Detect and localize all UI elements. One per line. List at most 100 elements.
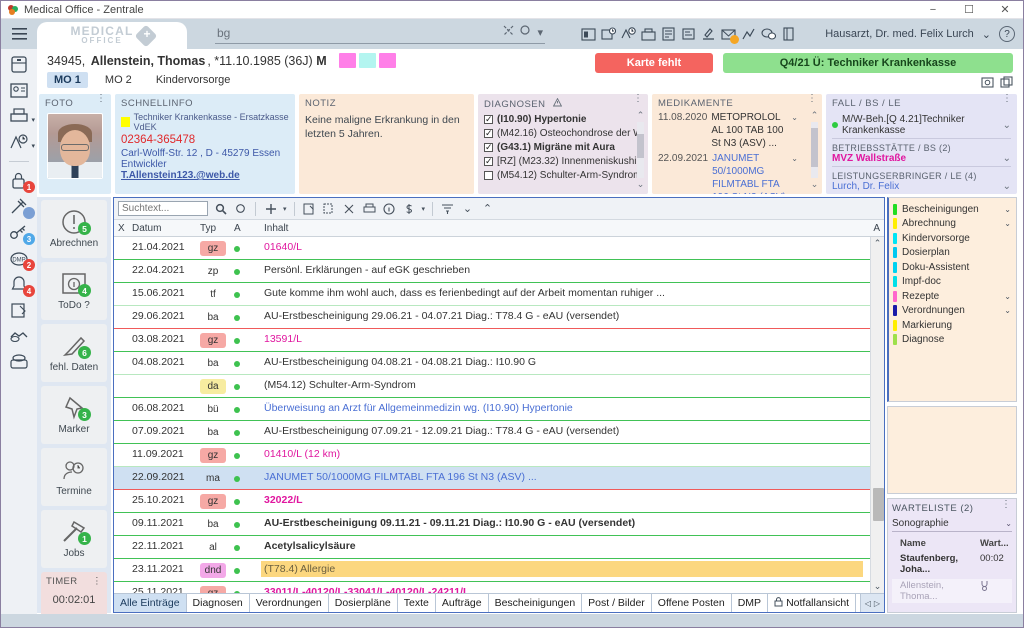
diagnosis-row[interactable]: [RZ] (M23.32) Innenmeniskushinter... <box>484 155 642 169</box>
patient-card-icon[interactable] <box>8 81 30 100</box>
chevron-down-icon[interactable]: ⌄ <box>791 111 798 150</box>
scroll-down-icon[interactable]: ⌄ <box>811 179 819 190</box>
tab-scroll-left-icon[interactable]: ◁ <box>865 599 871 608</box>
quick-link-verordnungen[interactable]: Verordnungen ⌄ <box>893 304 1014 319</box>
column-header-inhalt[interactable]: Inhalt <box>260 223 868 234</box>
tab-scroll-controls[interactable]: ◁ ▷ <box>860 594 884 612</box>
scroll-up-icon[interactable]: ⌃ <box>874 237 882 250</box>
dmp-icon[interactable]: DMP 2 <box>8 249 35 271</box>
printer-icon[interactable]: ▾ <box>8 107 35 126</box>
tab-notfallansicht[interactable]: Notfallansicht <box>768 594 857 612</box>
statistics-icon[interactable] <box>741 27 756 42</box>
lock-icon[interactable]: 1 <box>8 171 35 193</box>
camera-icon[interactable] <box>981 76 994 91</box>
patient-email[interactable]: T.Allenstein123.@web.de <box>121 170 289 181</box>
currency-dropdown-icon[interactable]: ▾ <box>422 205 426 213</box>
hamburger-icon[interactable] <box>1 19 37 49</box>
medication-row[interactable]: 22.09.2021 JANUMET 50/1000MG FILMTABL FTA… <box>658 152 798 194</box>
column-header-typ[interactable]: Typ <box>196 223 230 234</box>
table-row[interactable]: 29.06.2021 ba AU-Erstbescheinigung 29.06.2… <box>114 306 870 329</box>
diagnosen-kebab-icon[interactable]: ⋮ <box>633 94 643 104</box>
fall-case-select[interactable]: M/W-Beh.[Q 4.21]Techniker Krankenkasse ⌄ <box>832 114 1011 139</box>
scroll-up-icon[interactable]: ⌃ <box>637 110 645 121</box>
action-abrechnen[interactable]: 5 Abrechnen <box>41 200 107 258</box>
patient-flag-3[interactable] <box>378 53 396 68</box>
tab-bescheinigungen[interactable]: Bescheinigungen <box>488 594 583 612</box>
handshake-icon[interactable] <box>8 327 30 346</box>
archive-icon[interactable] <box>8 55 30 74</box>
maximize-button[interactable]: ☐ <box>951 1 987 19</box>
patient-flag-1[interactable] <box>338 53 356 68</box>
diagnosis-row[interactable]: (G43.1) Migräne mit Aura <box>484 141 642 155</box>
diagnosis-checkbox[interactable] <box>484 113 493 126</box>
minimize-button[interactable]: − <box>915 1 951 19</box>
patient-photo[interactable] <box>47 113 103 179</box>
book-icon[interactable] <box>781 26 796 42</box>
diagnosis-checkbox[interactable] <box>484 127 493 140</box>
table-row[interactable]: 06.08.2021 bü Überweisung an Arzt für Allg… <box>114 398 870 421</box>
chevron-down-icon[interactable]: ⌄ <box>1003 153 1011 164</box>
table-row[interactable]: 03.08.2021 gz 13591/L <box>114 329 870 352</box>
search-alt-icon[interactable] <box>233 201 248 216</box>
table-row[interactable]: 22.04.2021 zp Persönl. Erklärungen - auf e… <box>114 260 870 283</box>
tab-dmp[interactable]: DMP <box>731 594 769 612</box>
diagnosen-scrollbar[interactable]: ⌃ ⌄ <box>636 110 645 190</box>
table-row[interactable]: 21.04.2021 gz 01640/L <box>114 237 870 260</box>
table-row[interactable]: 07.09.2021 ba AU-Erstbescheinigung 07.09.2… <box>114 421 870 444</box>
patient-tab-kindervorsorge[interactable]: Kindervorsorge <box>149 72 238 88</box>
edit-icon[interactable] <box>302 201 317 216</box>
fall-kebab-icon[interactable]: ⋮ <box>1002 94 1012 104</box>
chevron-down-icon[interactable]: ⌄ <box>1004 306 1014 315</box>
journal-rows[interactable]: 21.04.2021 gz 01640/L 22.04.2021 zp Persönl. … <box>114 237 870 593</box>
tab-diagnosen[interactable]: Diagnosen <box>186 594 250 612</box>
current-user-label[interactable]: Hausarzt, Dr. med. Felix Lurch <box>825 28 974 40</box>
action-jobs[interactable]: 1 Jobs <box>41 510 107 568</box>
tab-post-bilder[interactable]: Post / Bilder <box>582 594 652 612</box>
diagnosis-checkbox[interactable] <box>484 141 493 154</box>
table-row[interactable]: 22.11.2021 al Acetylsalicylsäure <box>114 536 870 559</box>
collapse-up-icon[interactable]: ⌃ <box>480 201 495 216</box>
chevron-down-icon[interactable]: ⌄ <box>1004 205 1014 214</box>
journal-search-input[interactable] <box>118 201 208 216</box>
tab-alle-eintr-ge[interactable]: Alle Einträge <box>114 594 187 612</box>
action-termine[interactable]: Termine <box>41 448 107 506</box>
medication-row[interactable]: 11.08.2020 METOPROLOL AL 100 TAB 100 St N… <box>658 111 798 150</box>
tab-texte[interactable]: Texte <box>397 594 436 612</box>
appointment-search-icon[interactable] <box>601 26 617 42</box>
chat-icon[interactable] <box>761 27 777 42</box>
chevron-down-icon[interactable]: ⌄ <box>1004 219 1014 228</box>
quick-link-rezepte[interactable]: Rezepte ⌄ <box>893 289 1014 304</box>
waitlist-row[interactable]: Staufenberg, Joha... 00:02 <box>892 552 1012 576</box>
chevron-down-icon[interactable]: ▾ <box>31 116 35 124</box>
patient-tab-mo-1[interactable]: MO 1 <box>47 72 88 88</box>
microscope-icon[interactable] <box>701 27 716 42</box>
search-dropdown-icon[interactable]: ▾ <box>537 26 543 39</box>
quick-link-bescheinigungen[interactable]: Bescheinigungen ⌄ <box>893 202 1014 217</box>
scan-history-icon[interactable]: ▾ <box>8 133 35 152</box>
diagnosis-row[interactable]: (I10.90) Hypertonie <box>484 113 642 127</box>
quick-link-abrechnung[interactable]: Abrechnung ⌄ <box>893 217 1014 232</box>
timer-kebab-icon[interactable]: ⋮ <box>92 576 102 587</box>
action-marker[interactable]: 3 Marker <box>41 386 107 444</box>
patient-tab-mo-2[interactable]: MO 2 <box>98 72 139 88</box>
chevron-down-icon[interactable]: ⌄ <box>1005 519 1012 528</box>
chevron-down-icon[interactable]: ⌄ <box>1003 181 1011 192</box>
user-dropdown-icon[interactable]: ⌄ <box>982 28 991 41</box>
add-entry-icon[interactable] <box>263 201 278 216</box>
chevron-down-icon[interactable]: ▾ <box>31 142 35 150</box>
chevron-down-icon[interactable]: ⌄ <box>791 152 798 194</box>
quick-link-impf-doc[interactable]: Impf-doc <box>893 275 1014 290</box>
table-row[interactable]: da (M54.12) Schulter-Arm-Syndrom <box>114 375 870 398</box>
table-row[interactable]: 04.08.2021 ba AU-Erstbescheinigung 04.08.2… <box>114 352 870 375</box>
quick-link-diagnose[interactable]: Diagnose <box>893 333 1014 348</box>
multi-window-icon[interactable] <box>1000 76 1013 91</box>
quick-link-kindervorsorge[interactable]: Kindervorsorge <box>893 231 1014 246</box>
form-edit-icon[interactable] <box>8 301 30 320</box>
column-header-x[interactable]: X <box>114 223 128 234</box>
chevron-down-icon[interactable]: ⌄ <box>1004 292 1014 301</box>
table-row[interactable]: 22.09.2021 ma JANUMET 50/1000MG FILMTABL F… <box>114 467 870 490</box>
diagnosis-checkbox[interactable] <box>484 155 493 168</box>
cashbox-icon[interactable] <box>641 27 656 42</box>
medikamente-scrollbar[interactable]: ⌃ ⌄ <box>810 110 819 190</box>
scroll-down-icon[interactable]: ⌄ <box>874 580 882 593</box>
